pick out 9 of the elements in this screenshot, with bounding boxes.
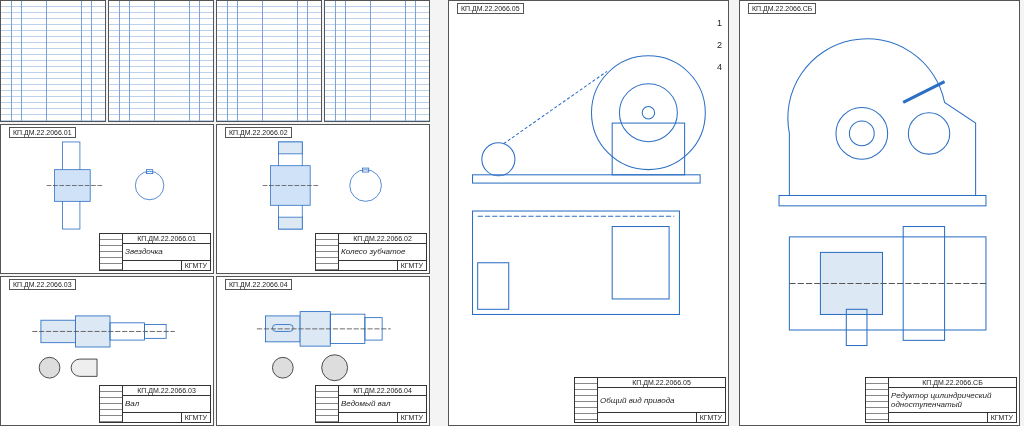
callout-label: 4	[717, 62, 722, 72]
callout-label: 2	[717, 40, 722, 50]
callout-label: 1	[717, 18, 722, 28]
drawing-title: Редуктор цилиндрический одноступенчатый	[890, 390, 993, 411]
drawing-title: Колесо зубчатое	[340, 246, 407, 258]
drawing-title: Звездочка	[124, 246, 164, 258]
drawing-title: Вал	[124, 398, 141, 410]
drawing-title: Ведомый вал	[340, 398, 392, 410]
drawing-title: Общий вид привода	[599, 394, 676, 407]
